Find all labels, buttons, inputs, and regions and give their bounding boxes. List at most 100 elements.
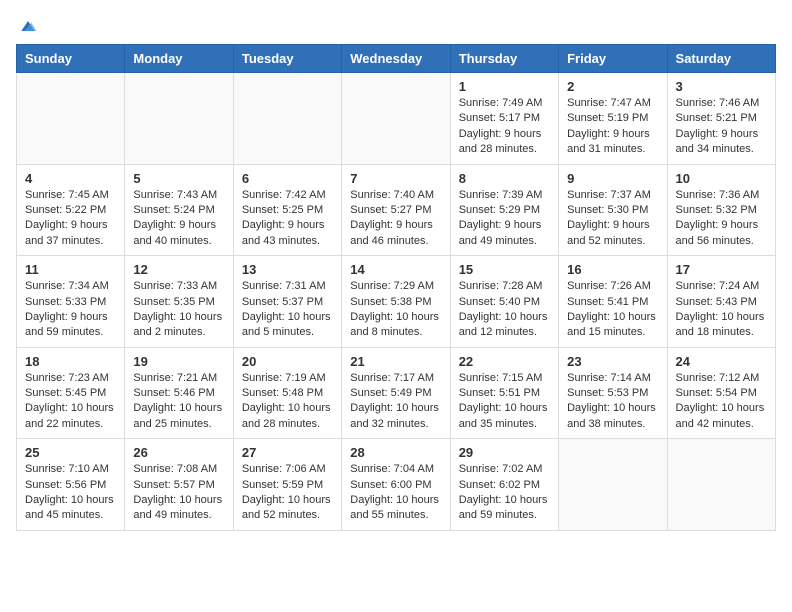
day-info: Sunrise: 7:15 AM Sunset: 5:51 PM Dayligh… xyxy=(459,371,550,433)
day-info: Sunrise: 7:28 AM Sunset: 5:40 PM Dayligh… xyxy=(459,279,550,341)
day-number: 19 xyxy=(133,354,224,369)
calendar-cell xyxy=(125,73,233,165)
calendar-week-row: 11 Sunrise: 7:34 AM Sunset: 5:33 PM Dayli… xyxy=(17,256,776,348)
calendar-cell: 2Sunrise: 7:47 AM Sunset: 5:19 PM Daylig… xyxy=(559,73,667,165)
day-number: 22 xyxy=(459,354,550,369)
day-number: 24 xyxy=(676,354,767,369)
day-info: Sunrise: 7:43 AM Sunset: 5:24 PM Dayligh… xyxy=(133,188,224,250)
calendar-cell xyxy=(342,73,450,165)
day-info: Sunrise: 7:26 AM Sunset: 5:41 PM Dayligh… xyxy=(567,279,658,341)
day-info: Sunrise: 7:34 AM Sunset: 5:33 PM Dayligh… xyxy=(25,279,116,341)
day-info: Sunrise: 7:39 AM Sunset: 5:29 PM Dayligh… xyxy=(459,188,550,250)
calendar-cell: 5 Sunrise: 7:43 AM Sunset: 5:24 PM Daylig… xyxy=(125,164,233,256)
calendar-day-header: Thursday xyxy=(450,45,558,73)
calendar-cell: 13 Sunrise: 7:31 AM Sunset: 5:37 PM Dayli… xyxy=(233,256,341,348)
calendar-cell: 22 Sunrise: 7:15 AM Sunset: 5:51 PM Dayli… xyxy=(450,347,558,439)
day-number: 5 xyxy=(133,171,224,186)
calendar-cell: 19 Sunrise: 7:21 AM Sunset: 5:46 PM Dayli… xyxy=(125,347,233,439)
calendar-cell xyxy=(17,73,125,165)
day-info: Sunrise: 7:37 AM Sunset: 5:30 PM Dayligh… xyxy=(567,188,658,250)
calendar-day-header: Friday xyxy=(559,45,667,73)
day-info: Sunrise: 7:08 AM Sunset: 5:57 PM Dayligh… xyxy=(133,462,224,524)
day-number: 6 xyxy=(242,171,333,186)
calendar-week-row: 4Sunrise: 7:45 AM Sunset: 5:22 PM Daylig… xyxy=(17,164,776,256)
calendar-week-row: 18 Sunrise: 7:23 AM Sunset: 5:45 PM Dayli… xyxy=(17,347,776,439)
calendar-cell: 25 Sunrise: 7:10 AM Sunset: 5:56 PM Dayli… xyxy=(17,439,125,531)
day-number: 18 xyxy=(25,354,116,369)
calendar-cell: 3 Sunrise: 7:46 AM Sunset: 5:21 PM Daylig… xyxy=(667,73,775,165)
day-info: Sunrise: 7:40 AM Sunset: 5:27 PM Dayligh… xyxy=(350,188,441,250)
day-number: 25 xyxy=(25,445,116,460)
day-info: Sunrise: 7:24 AM Sunset: 5:43 PM Dayligh… xyxy=(676,279,767,341)
day-info: Sunrise: 7:06 AM Sunset: 5:59 PM Dayligh… xyxy=(242,462,333,524)
calendar-cell: 9 Sunrise: 7:37 AM Sunset: 5:30 PM Daylig… xyxy=(559,164,667,256)
day-number: 3 xyxy=(676,79,767,94)
day-info: Sunrise: 7:49 AM Sunset: 5:17 PM Dayligh… xyxy=(459,96,550,158)
day-info: Sunrise: 7:23 AM Sunset: 5:45 PM Dayligh… xyxy=(25,371,116,433)
day-number: 28 xyxy=(350,445,441,460)
calendar-cell: 10Sunrise: 7:36 AM Sunset: 5:32 PM Dayli… xyxy=(667,164,775,256)
day-number: 11 xyxy=(25,262,116,277)
day-info: Sunrise: 7:10 AM Sunset: 5:56 PM Dayligh… xyxy=(25,462,116,524)
day-number: 8 xyxy=(459,171,550,186)
day-info: Sunrise: 7:02 AM Sunset: 6:02 PM Dayligh… xyxy=(459,462,550,524)
calendar-cell: 28Sunrise: 7:04 AM Sunset: 6:00 PM Dayli… xyxy=(342,439,450,531)
day-info: Sunrise: 7:33 AM Sunset: 5:35 PM Dayligh… xyxy=(133,279,224,341)
day-number: 1 xyxy=(459,79,550,94)
calendar-cell: 16 Sunrise: 7:26 AM Sunset: 5:41 PM Dayli… xyxy=(559,256,667,348)
calendar-cell: 23Sunrise: 7:14 AM Sunset: 5:53 PM Dayli… xyxy=(559,347,667,439)
day-number: 2 xyxy=(567,79,658,94)
logo-icon xyxy=(18,16,38,36)
calendar-cell: 4Sunrise: 7:45 AM Sunset: 5:22 PM Daylig… xyxy=(17,164,125,256)
logo xyxy=(16,16,38,32)
calendar-cell: 29 Sunrise: 7:02 AM Sunset: 6:02 PM Dayli… xyxy=(450,439,558,531)
day-number: 15 xyxy=(459,262,550,277)
day-info: Sunrise: 7:46 AM Sunset: 5:21 PM Dayligh… xyxy=(676,96,767,158)
day-number: 9 xyxy=(567,171,658,186)
calendar-week-row: 25 Sunrise: 7:10 AM Sunset: 5:56 PM Dayli… xyxy=(17,439,776,531)
day-info: Sunrise: 7:29 AM Sunset: 5:38 PM Dayligh… xyxy=(350,279,441,341)
calendar-cell: 21 Sunrise: 7:17 AM Sunset: 5:49 PM Dayli… xyxy=(342,347,450,439)
day-number: 14 xyxy=(350,262,441,277)
day-number: 23 xyxy=(567,354,658,369)
day-number: 21 xyxy=(350,354,441,369)
calendar-day-header: Monday xyxy=(125,45,233,73)
day-info: Sunrise: 7:12 AM Sunset: 5:54 PM Dayligh… xyxy=(676,371,767,433)
calendar-table: SundayMondayTuesdayWednesdayThursdayFrid… xyxy=(16,44,776,531)
day-info: Sunrise: 7:31 AM Sunset: 5:37 PM Dayligh… xyxy=(242,279,333,341)
day-number: 27 xyxy=(242,445,333,460)
day-info: Sunrise: 7:19 AM Sunset: 5:48 PM Dayligh… xyxy=(242,371,333,433)
calendar-header-row: SundayMondayTuesdayWednesdayThursdayFrid… xyxy=(17,45,776,73)
calendar-cell: 15 Sunrise: 7:28 AM Sunset: 5:40 PM Dayli… xyxy=(450,256,558,348)
page-header xyxy=(16,16,776,32)
calendar-cell: 20 Sunrise: 7:19 AM Sunset: 5:48 PM Dayli… xyxy=(233,347,341,439)
calendar-cell xyxy=(233,73,341,165)
calendar-cell xyxy=(559,439,667,531)
day-number: 29 xyxy=(459,445,550,460)
calendar-cell: 1 Sunrise: 7:49 AM Sunset: 5:17 PM Daylig… xyxy=(450,73,558,165)
calendar-cell: 18 Sunrise: 7:23 AM Sunset: 5:45 PM Dayli… xyxy=(17,347,125,439)
calendar-cell: 17 Sunrise: 7:24 AM Sunset: 5:43 PM Dayli… xyxy=(667,256,775,348)
calendar-day-header: Wednesday xyxy=(342,45,450,73)
calendar-day-header: Tuesday xyxy=(233,45,341,73)
calendar-cell: 7 Sunrise: 7:40 AM Sunset: 5:27 PM Daylig… xyxy=(342,164,450,256)
day-number: 12 xyxy=(133,262,224,277)
day-number: 7 xyxy=(350,171,441,186)
day-info: Sunrise: 7:42 AM Sunset: 5:25 PM Dayligh… xyxy=(242,188,333,250)
day-number: 4 xyxy=(25,171,116,186)
calendar-cell: 12 Sunrise: 7:33 AM Sunset: 5:35 PM Dayli… xyxy=(125,256,233,348)
day-info: Sunrise: 7:36 AM Sunset: 5:32 PM Dayligh… xyxy=(676,188,767,250)
calendar-cell: 24 Sunrise: 7:12 AM Sunset: 5:54 PM Dayli… xyxy=(667,347,775,439)
calendar-cell: 27 Sunrise: 7:06 AM Sunset: 5:59 PM Dayli… xyxy=(233,439,341,531)
day-number: 16 xyxy=(567,262,658,277)
day-info: Sunrise: 7:17 AM Sunset: 5:49 PM Dayligh… xyxy=(350,371,441,433)
calendar-day-header: Sunday xyxy=(17,45,125,73)
calendar-cell: 26Sunrise: 7:08 AM Sunset: 5:57 PM Dayli… xyxy=(125,439,233,531)
day-info: Sunrise: 7:21 AM Sunset: 5:46 PM Dayligh… xyxy=(133,371,224,433)
calendar-cell xyxy=(667,439,775,531)
day-number: 20 xyxy=(242,354,333,369)
day-number: 17 xyxy=(676,262,767,277)
calendar-day-header: Saturday xyxy=(667,45,775,73)
calendar-cell: 14 Sunrise: 7:29 AM Sunset: 5:38 PM Dayli… xyxy=(342,256,450,348)
day-number: 13 xyxy=(242,262,333,277)
